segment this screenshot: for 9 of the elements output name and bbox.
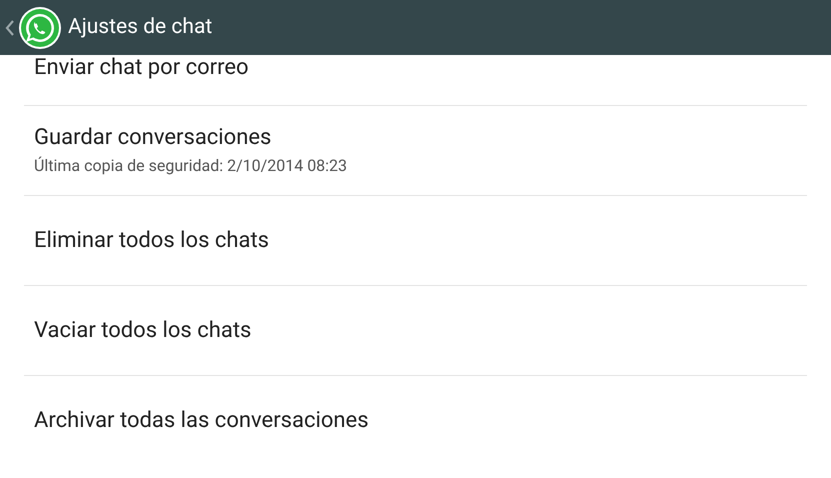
setting-subtitle: Última copia de seguridad: 2/10/2014 08:23: [34, 154, 348, 176]
setting-title[interactable]: Vaciar todos los chats: [34, 318, 797, 344]
setting-title[interactable]: Archivar todas las conversaciones: [34, 408, 797, 434]
back-chevron-icon[interactable]: [5, 18, 15, 36]
setting-title[interactable]: Enviar chat por correo: [34, 55, 797, 81]
setting-title[interactable]: Eliminar todos los chats: [34, 228, 797, 254]
chat-bubble-logo-icon[interactable]: [18, 6, 62, 50]
setting-title[interactable]: Guardar conversaciones: [34, 124, 797, 150]
window-title: Ajustes de chat: [68, 14, 212, 41]
